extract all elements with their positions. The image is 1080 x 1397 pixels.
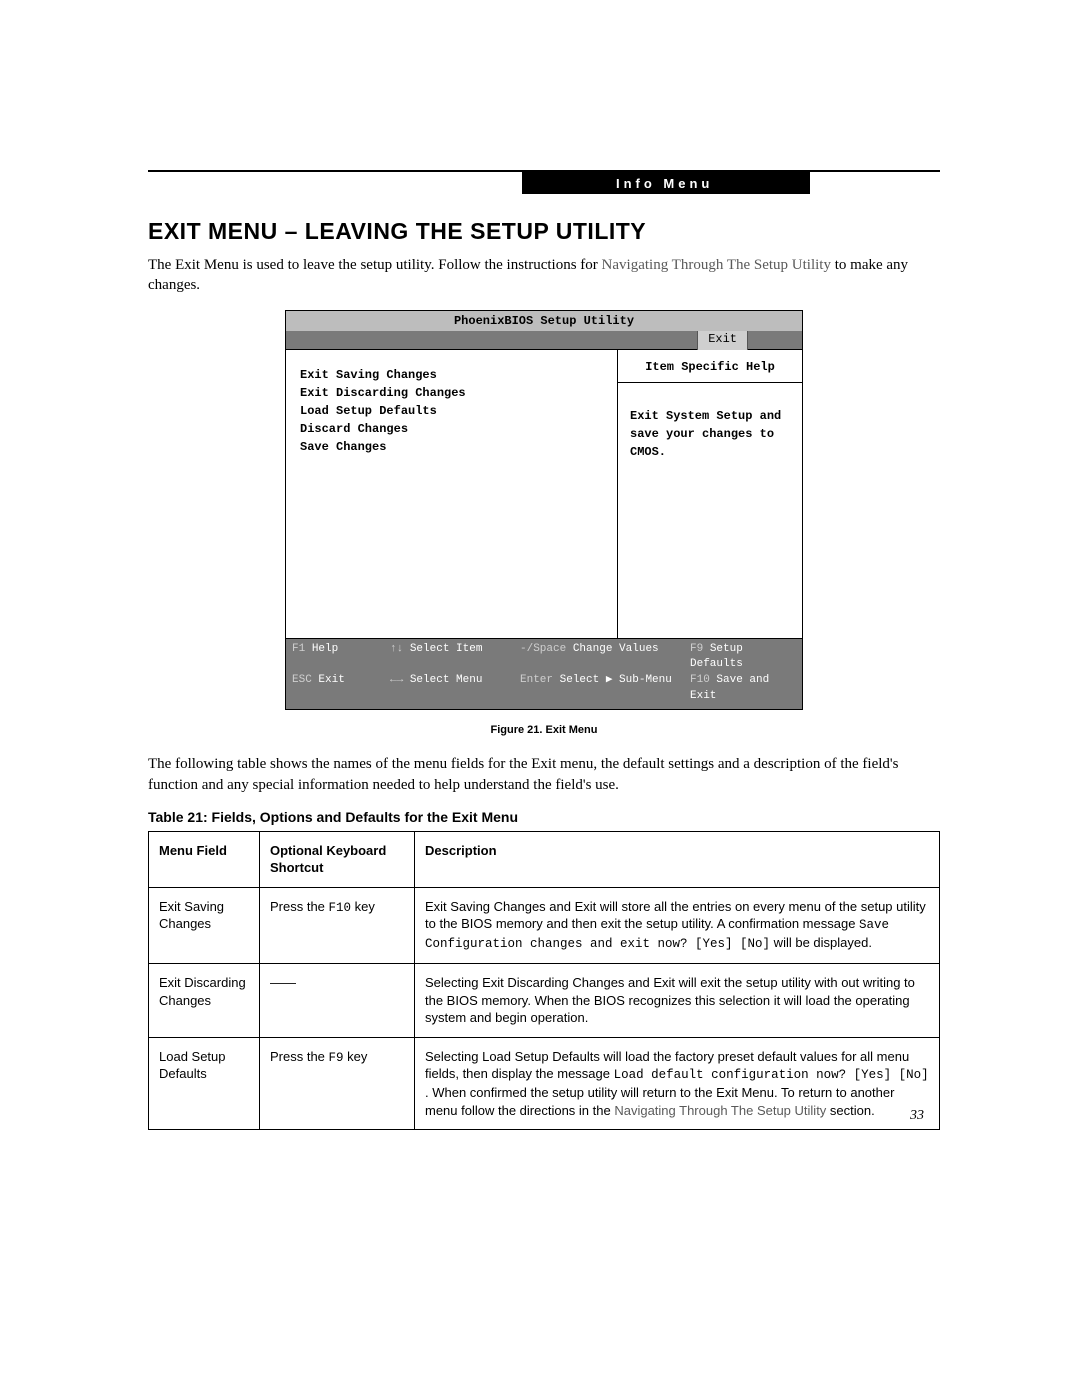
bios-title-bar: PhoenixBIOS Setup Utility (285, 310, 803, 331)
cell-keyboard-shortcut: —— (260, 964, 415, 1038)
key-f9: F9 (690, 643, 703, 655)
key-updown: ↑↓ (390, 643, 403, 655)
key-space: -/Space (520, 643, 566, 655)
section-header-label: Info Menu (616, 176, 713, 191)
cell-description: Exit Saving Changes and Exit will store … (415, 887, 940, 963)
header-rule: Info Menu (148, 170, 940, 198)
key-esc-label: Exit (318, 674, 344, 686)
cell-description: Selecting Exit Discarding Changes and Ex… (415, 964, 940, 1038)
shortcut-key: F10 (329, 901, 352, 915)
bios-tab-row: Exit (285, 331, 803, 349)
key-esc: ESC (292, 674, 312, 686)
intro-paragraph: The Exit Menu is used to leave the setup… (148, 255, 940, 296)
key-f1-label: Help (312, 643, 338, 655)
page-number: 33 (910, 1108, 924, 1124)
key-space-label: Change Values (573, 643, 659, 655)
bios-menu-item[interactable]: Exit Discarding Changes (300, 384, 603, 402)
table-row: Load Setup DefaultsPress the F9 keySelec… (149, 1037, 940, 1130)
inline-mono: Load default configuration now? [Yes] [N… (614, 1068, 929, 1082)
table-title: Table 21: Fields, Options and Defaults f… (148, 809, 940, 825)
key-enter: Enter (520, 674, 553, 686)
page-title: EXIT MENU – LEAVING THE SETUP UTILITY (148, 218, 940, 245)
nav-link[interactable]: Navigating Through The Setup Utility (614, 1103, 826, 1118)
inline-mono: Save Configuration changes and exit now?… (425, 918, 889, 951)
bios-figure: PhoenixBIOS Setup Utility Exit Exit Savi… (285, 310, 803, 711)
bios-menu-item[interactable]: Discard Changes (300, 420, 603, 438)
content: EXIT MENU – LEAVING THE SETUP UTILITY Th… (148, 218, 940, 1130)
bios-help-body: Exit System Setup and save your changes … (618, 383, 802, 638)
cell-menu-field: Load Setup Defaults (149, 1037, 260, 1130)
table-header-row: Menu Field Optional Keyboard Shortcut De… (149, 831, 940, 887)
fields-table: Menu Field Optional Keyboard Shortcut De… (148, 831, 940, 1131)
table-row: Exit Discarding Changes——Selecting Exit … (149, 964, 940, 1038)
bios-menu-item[interactable]: Load Setup Defaults (300, 402, 603, 420)
after-figure-paragraph: The following table shows the names of t… (148, 754, 940, 795)
cell-menu-field: Exit Discarding Changes (149, 964, 260, 1038)
key-leftright: ←→ (390, 674, 403, 686)
key-enter-label: Select ▶ Sub-Menu (560, 674, 672, 686)
th-menu-field: Menu Field (149, 831, 260, 887)
cell-keyboard-shortcut: Press the F10 key (260, 887, 415, 963)
table-row: Exit Saving ChangesPress the F10 keyExit… (149, 887, 940, 963)
page: Info Menu EXIT MENU – LEAVING THE SETUP … (0, 0, 1080, 1397)
bios-menu-item[interactable]: Save Changes (300, 438, 603, 456)
key-leftright-label: Select Menu (410, 674, 483, 686)
th-description: Description (415, 831, 940, 887)
bios-help-title: Item Specific Help (618, 350, 802, 383)
cell-menu-field: Exit Saving Changes (149, 887, 260, 963)
nav-link[interactable]: Navigating Through The Setup Utility (602, 257, 831, 273)
bios-body: Exit Saving Changes Exit Discarding Chan… (285, 349, 803, 639)
key-f1: F1 (292, 643, 305, 655)
shortcut-key: F9 (329, 1051, 344, 1065)
cell-description: Selecting Load Setup Defaults will load … (415, 1037, 940, 1130)
th-keyboard-shortcut: Optional Keyboard Shortcut (260, 831, 415, 887)
figure-caption: Figure 21. Exit Menu (148, 724, 940, 736)
key-f10: F10 (690, 674, 710, 686)
section-header-box: Info Menu (522, 172, 810, 194)
bios-menu-list: Exit Saving Changes Exit Discarding Chan… (286, 350, 618, 638)
intro-pre: The Exit Menu is used to leave the setup… (148, 257, 602, 273)
cell-keyboard-shortcut: Press the F9 key (260, 1037, 415, 1130)
bios-menu-item[interactable]: Exit Saving Changes (300, 366, 603, 384)
bios-tab-exit[interactable]: Exit (697, 331, 748, 350)
key-updown-label: Select Item (410, 643, 483, 655)
bios-footer: F1 Help ↑↓ Select Item -/Space Change Va… (285, 639, 803, 711)
bios-help-pane: Item Specific Help Exit System Setup and… (618, 350, 802, 638)
